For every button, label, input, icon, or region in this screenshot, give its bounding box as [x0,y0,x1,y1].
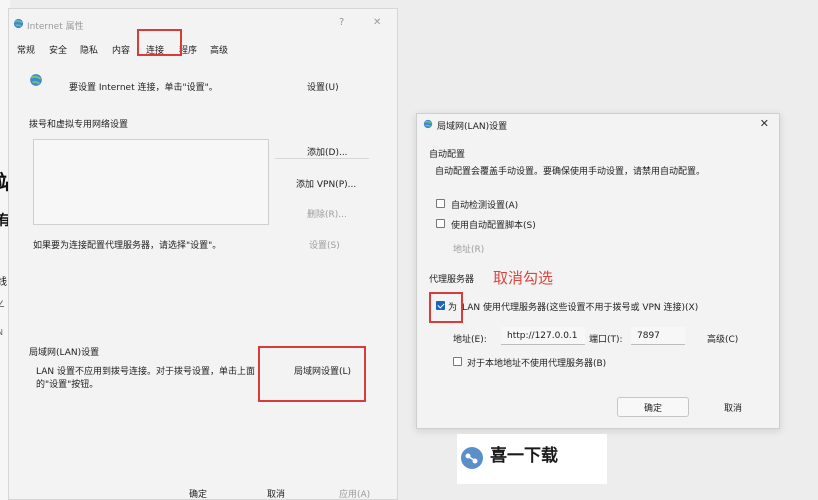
tab-privacy[interactable]: 隐私 [80,43,98,56]
auto-detect-checkbox[interactable] [436,199,445,208]
proxy-address-label: 地址(E): [453,335,487,345]
proxy-heading: 代理服务器 [429,275,475,285]
internet-properties-window: Internet 属性 ? ✕ 常规 安全 隐私 内容 连接 程序 高级 要设置… [8,8,398,500]
dialup-heading: 拨号和虚拟专用网络设置 [29,120,129,130]
tab-content[interactable]: 内容 [112,43,130,56]
watermark-text: 喜一下载 [490,446,558,466]
auto-config-heading: 自动配置 [429,150,466,160]
tab-bar: 常规 安全 隐私 内容 连接 程序 高级 [9,46,397,69]
globe-icon [30,74,42,86]
settings-button[interactable]: 设置(S) [309,238,340,251]
globe-icon [13,18,24,29]
lan-description: 的"设置"按钮。 [36,380,99,390]
lan-settings-highlight [258,346,366,402]
advanced-button[interactable]: 高级(C) [707,332,738,345]
auto-script-label: 使用自动配置脚本(S) [451,221,536,231]
window-title: Internet 属性 [27,22,84,32]
lan-heading: 局域网(LAN)设置 [29,348,100,358]
watermark-logo-icon [461,447,483,469]
setup-text: 要设置 Internet 连接，单击"设置"。 [69,83,218,93]
close-icon[interactable]: ✕ [760,117,769,130]
tab-security[interactable]: 安全 [49,43,67,56]
auto-script-checkbox[interactable] [436,219,445,228]
dialog-title: 局域网(LAN)设置 [437,122,508,132]
add-vpn-button[interactable]: 添加 VPN(P)... [296,177,356,190]
tab-advanced[interactable]: 高级 [210,43,228,56]
proxy-address-input[interactable] [501,327,585,345]
uncheck-annotation: 取消勾选 [493,269,554,287]
cancel-button[interactable]: 取消 [697,397,769,417]
edge-char: ∠ [0,300,6,310]
tab-general[interactable]: 常规 [17,43,35,56]
setup-button[interactable]: 设置(U) [307,80,339,93]
edge-char: 线 [0,277,7,288]
ok-button[interactable]: 确定 [189,487,207,500]
script-address-label: 地址(R) [453,245,485,255]
connections-tab-highlight [137,29,182,56]
connection-list[interactable] [33,139,269,225]
apply-button[interactable]: 应用(A) [339,487,370,500]
delete-button[interactable]: 删除(R)... [307,207,347,220]
auto-detect-label: 自动检测设置(A) [451,201,519,211]
help-icon[interactable]: ? [339,17,344,28]
use-proxy-label: LAN 使用代理服务器(这些设置不用于拨号或 VPN 连接)(X) [462,303,699,313]
proxy-hint: 如果要为连接配置代理服务器，请选择"设置"。 [33,241,222,251]
proxy-checkbox-highlight [429,292,463,323]
watermark: 喜一下载 [457,434,607,484]
lan-description: LAN 设置不应用到拨号连接。对于拨号设置，单击上面 [36,367,255,377]
title-bar: Internet 属性 ? ✕ [9,9,397,39]
cancel-button[interactable]: 取消 [267,487,285,500]
lan-settings-dialog: 局域网(LAN)设置 ✕ 自动配置 自动配置会覆盖手动设置。要确保使用手动设置，… [416,113,780,429]
proxy-port-label: 端口(T): [589,335,623,345]
bypass-local-checkbox[interactable] [453,357,462,366]
button-underline [275,158,369,159]
auto-config-description: 自动配置会覆盖手动设置。要确保使用手动设置，请禁用自动配置。 [435,167,706,177]
proxy-port-input[interactable] [631,327,685,345]
add-button[interactable]: 添加(D)... [307,145,348,158]
close-icon[interactable]: ✕ [373,17,381,28]
bypass-local-label: 对于本地地址不使用代理服务器(B) [467,359,607,369]
ok-button[interactable]: 确定 [617,397,689,417]
globe-icon [423,119,433,129]
edge-char: N [0,328,3,337]
